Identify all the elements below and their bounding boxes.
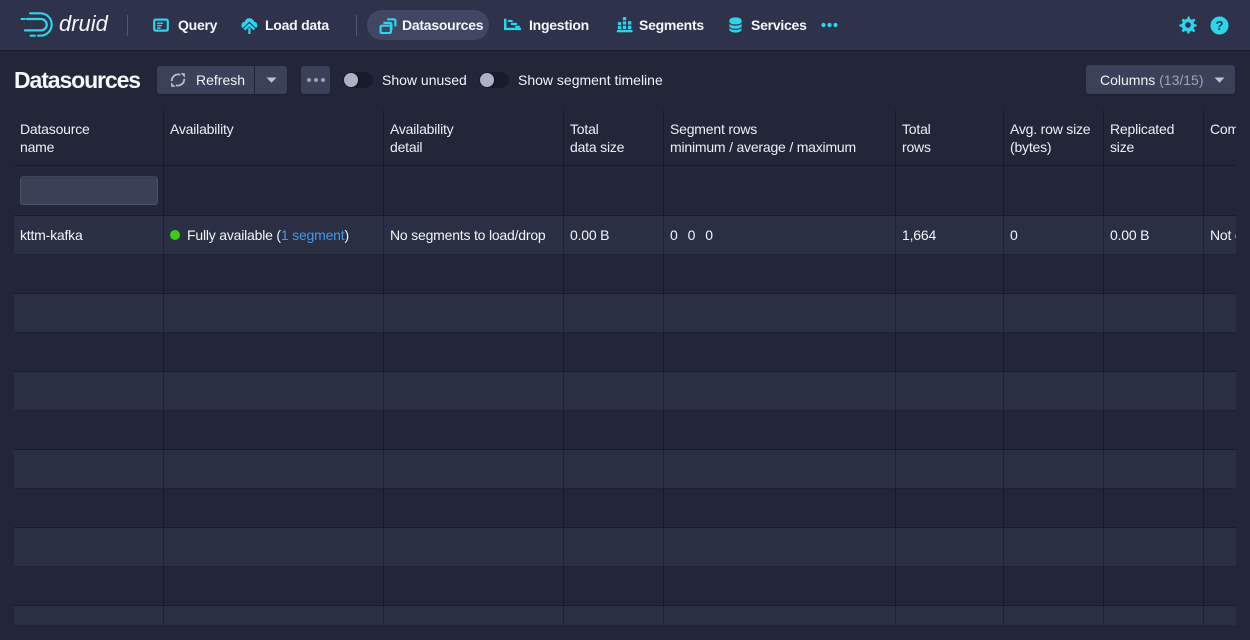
svg-text:?: ? [1216,18,1224,33]
